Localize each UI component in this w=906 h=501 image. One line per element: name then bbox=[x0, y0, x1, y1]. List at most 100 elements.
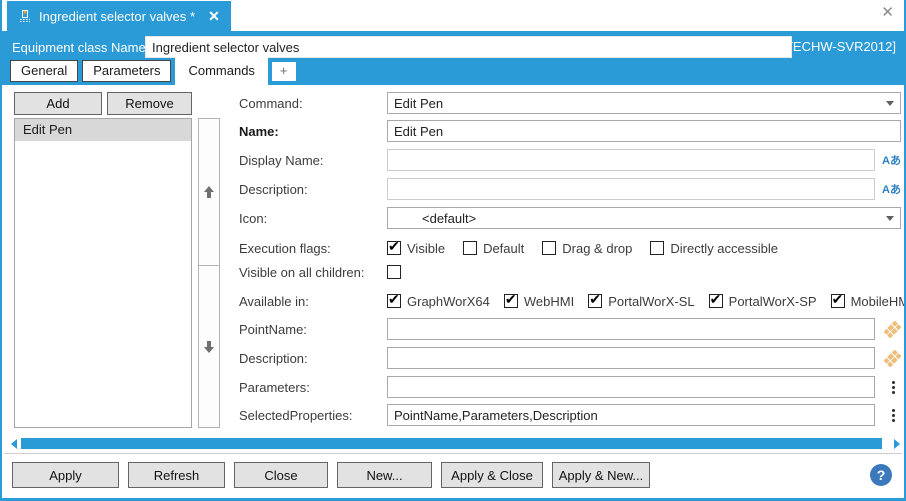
footer-bar: Apply Refresh Close New... Apply & Close… bbox=[4, 453, 902, 498]
name-input[interactable] bbox=[387, 120, 901, 142]
description-input[interactable] bbox=[387, 178, 875, 200]
checkbox-visible[interactable] bbox=[387, 238, 401, 255]
checkbox-portalworx-sl[interactable] bbox=[588, 291, 603, 308]
command-label: Command: bbox=[239, 95, 303, 111]
chevron-down-icon bbox=[886, 215, 894, 221]
checkbox-default-label: Default bbox=[483, 240, 525, 256]
commands-tab-content: Add Remove Edit Pen Command: Edit Pen Na… bbox=[4, 85, 904, 453]
move-down-button[interactable] bbox=[198, 265, 220, 428]
apply-button[interactable]: Apply bbox=[12, 462, 119, 488]
checkbox-webhmi-label: WebHMI bbox=[523, 293, 575, 309]
checkbox-portalworx-sp[interactable] bbox=[708, 291, 723, 308]
move-up-button[interactable] bbox=[198, 118, 220, 266]
document-tab[interactable]: Ingredient selector valves * ✕ bbox=[7, 1, 231, 31]
display-name-row: Display Name: Aあ bbox=[239, 149, 901, 171]
icon-label: Icon: bbox=[239, 210, 268, 226]
horizontal-scrollbar[interactable] bbox=[10, 437, 901, 451]
checkbox-directly-accessible-label: Directly accessible bbox=[670, 240, 779, 256]
apply-close-button[interactable]: Apply & Close bbox=[441, 462, 543, 488]
description2-label: Description: bbox=[239, 350, 308, 366]
checkbox-mobilehmi-label: MobileHMI bbox=[850, 293, 904, 309]
pointname-label: PointName: bbox=[239, 321, 307, 337]
document-tab-close-icon[interactable]: ✕ bbox=[208, 8, 220, 25]
tag-icon[interactable] bbox=[884, 320, 901, 338]
tab-add-button[interactable]: + bbox=[271, 62, 296, 81]
tab-general[interactable]: General bbox=[10, 60, 79, 82]
icon-dropdown[interactable]: <default> bbox=[387, 207, 901, 229]
chevron-down-icon bbox=[886, 100, 894, 106]
document-tab-bar: Ingredient selector valves * ✕ ✕ bbox=[2, 0, 904, 31]
visible-children-label: Visible on all children: bbox=[239, 264, 365, 280]
selectedproperties-label: SelectedProperties: bbox=[239, 407, 353, 423]
pointname-row: PointName: bbox=[239, 318, 901, 340]
ellipsis-menu-icon[interactable] bbox=[892, 380, 895, 394]
localization-icon[interactable]: Aあ bbox=[882, 181, 901, 197]
description-label: Description: bbox=[239, 181, 308, 197]
parameters-row: Parameters: bbox=[239, 376, 901, 398]
execution-flags-label: Execution flags: bbox=[239, 240, 331, 256]
localization-icon[interactable]: Aあ bbox=[882, 152, 901, 168]
checkbox-visible-label: Visible bbox=[407, 240, 446, 256]
commands-list: Edit Pen bbox=[14, 118, 192, 428]
scrollbar-thumb[interactable] bbox=[21, 438, 882, 449]
visible-children-row: Visible on all children: bbox=[239, 261, 901, 283]
apply-new-button[interactable]: Apply & New... bbox=[552, 462, 650, 488]
parameters-label: Parameters: bbox=[239, 379, 310, 395]
command-dropdown-value: Edit Pen bbox=[394, 95, 444, 111]
display-name-label: Display Name: bbox=[239, 152, 324, 168]
selectedproperties-row: SelectedProperties: bbox=[239, 404, 901, 426]
checkbox-default[interactable] bbox=[463, 241, 478, 255]
name-row: Name: bbox=[239, 120, 901, 142]
header-band: Equipment class Name: [TECHW-SVR2012] Ge… bbox=[2, 31, 904, 85]
scroll-right-icon[interactable] bbox=[894, 439, 900, 449]
checkbox-visible-on-all-children[interactable] bbox=[387, 265, 401, 279]
checkbox-directly-accessible[interactable] bbox=[650, 241, 665, 255]
available-in-label: Available in: bbox=[239, 293, 309, 309]
tag-icon[interactable] bbox=[884, 349, 901, 367]
tab-parameters[interactable]: Parameters bbox=[82, 60, 172, 82]
checkbox-drag-drop-label: Drag & drop bbox=[562, 240, 633, 256]
checkbox-drag-drop[interactable] bbox=[542, 241, 557, 255]
scroll-left-icon[interactable] bbox=[11, 439, 17, 449]
list-item-edit-pen[interactable]: Edit Pen bbox=[15, 119, 191, 141]
window-close-icon[interactable]: ✕ bbox=[881, 5, 894, 20]
checkbox-mobilehmi[interactable] bbox=[830, 291, 845, 308]
command-dropdown[interactable]: Edit Pen bbox=[387, 92, 901, 114]
execution-flags-row: Execution flags: Visible Default Drag & … bbox=[239, 237, 901, 259]
description2-input[interactable] bbox=[387, 347, 875, 369]
tab-commands[interactable]: Commands bbox=[175, 57, 268, 85]
pointname-input[interactable] bbox=[387, 318, 875, 340]
tab-strip: General Parameters Commands + bbox=[10, 57, 300, 85]
checkbox-webhmi[interactable] bbox=[503, 291, 518, 308]
help-button[interactable]: ? bbox=[870, 464, 892, 486]
arrow-down-icon bbox=[204, 340, 214, 353]
ellipsis-menu-icon[interactable] bbox=[892, 408, 895, 422]
selectedproperties-input[interactable] bbox=[387, 404, 875, 426]
name-label: Name: bbox=[239, 123, 279, 139]
checkbox-portalworx-sp-label: PortalWorX-SP bbox=[728, 293, 817, 309]
description-row: Description: Aあ bbox=[239, 178, 901, 200]
reorder-column bbox=[198, 118, 220, 428]
checkbox-graphworx64-label: GraphWorX64 bbox=[407, 293, 490, 309]
checkbox-portalworx-sl-label: PortalWorX-SL bbox=[608, 293, 695, 309]
command-row: Command: Edit Pen bbox=[239, 92, 901, 114]
available-in-row: Available in: GraphWorX64 WebHMI PortalW… bbox=[239, 290, 904, 312]
parameters-input[interactable] bbox=[387, 376, 875, 398]
display-name-input[interactable] bbox=[387, 149, 875, 171]
equipment-class-name-label: Equipment class Name: bbox=[12, 39, 150, 55]
arrow-up-icon bbox=[204, 186, 214, 198]
refresh-button[interactable]: Refresh bbox=[128, 462, 225, 488]
close-button[interactable]: Close bbox=[234, 462, 328, 488]
checkbox-graphworx64[interactable] bbox=[387, 291, 401, 308]
equipment-class-editor-window: Ingredient selector valves * ✕ ✕ Equipme… bbox=[0, 0, 906, 501]
remove-command-button[interactable]: Remove bbox=[107, 92, 192, 115]
equipment-class-name-input[interactable] bbox=[145, 36, 792, 58]
equipment-name-row: Equipment class Name: [TECHW-SVR2012] bbox=[2, 35, 904, 59]
equipment-class-icon bbox=[20, 10, 30, 22]
description2-row: Description: bbox=[239, 347, 901, 369]
icon-dropdown-value: <default> bbox=[422, 210, 477, 226]
add-command-button[interactable]: Add bbox=[14, 92, 102, 115]
new-button[interactable]: New... bbox=[337, 462, 432, 488]
server-badge: [TECHW-SVR2012] bbox=[781, 39, 896, 54]
document-tab-title: Ingredient selector valves * bbox=[39, 8, 196, 24]
